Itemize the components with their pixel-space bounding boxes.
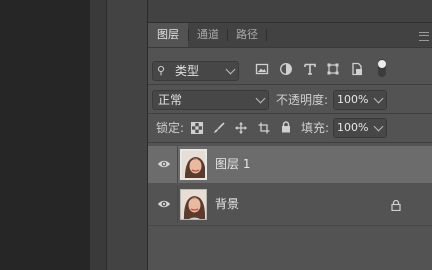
collapsed-panel-dock: [106, 0, 148, 270]
smart-object-filter-icon[interactable]: [350, 62, 364, 76]
move-icon[interactable]: [235, 122, 247, 134]
tab-paths[interactable]: 路径: [228, 23, 266, 47]
chevron-down-icon: [373, 121, 384, 132]
eye-icon[interactable]: [157, 158, 171, 170]
layer-name[interactable]: 背景: [215, 186, 239, 223]
chevron-down-icon: [255, 93, 266, 104]
layer-row[interactable]: 背景: [148, 186, 432, 223]
portrait-thumbnail: [182, 151, 205, 178]
row-divider: [177, 146, 178, 183]
portrait-thumbnail: [181, 190, 206, 219]
row-divider: [148, 225, 432, 226]
panel-menu-icon[interactable]: [419, 32, 429, 41]
opacity-value: 100%: [337, 93, 369, 106]
layers-panel: 图层 通道 路径 ⚲ 类型 正常 不透明度: 100% 锁定: 填充: 100%…: [147, 0, 432, 270]
fill-input[interactable]: 100%: [333, 118, 387, 138]
lock-label: 锁定:: [156, 121, 185, 135]
adjustment-filter-icon[interactable]: [279, 62, 293, 76]
lock-all-icon[interactable]: [280, 121, 292, 133]
blend-mode-value: 正常: [158, 93, 183, 107]
search-icon: ⚲: [157, 64, 166, 77]
canvas-area: [0, 0, 90, 270]
row-divider: [148, 142, 432, 143]
fill-value: 100%: [337, 121, 369, 134]
type-filter-icon[interactable]: [303, 62, 317, 76]
row-divider: [177, 186, 178, 223]
lock-transparent-pixels-icon[interactable]: [191, 122, 203, 134]
layer-filter-kind-select[interactable]: ⚲ 类型: [152, 61, 239, 81]
crop-artboard-icon[interactable]: [258, 122, 270, 134]
layer-lock-icon[interactable]: [391, 200, 401, 211]
tab-layers[interactable]: 图层: [148, 23, 188, 47]
tab-separator: [266, 29, 267, 41]
filter-kind-label: 类型: [175, 64, 200, 78]
panel-top-bar: [148, 0, 432, 23]
fill-label: 填充:: [301, 121, 330, 135]
chevron-down-icon: [373, 93, 384, 104]
image-filter-icon[interactable]: [255, 62, 269, 76]
layer-name[interactable]: 图层 1: [215, 146, 250, 183]
brush-icon[interactable]: [213, 122, 225, 134]
layer-thumbnail[interactable]: [180, 189, 207, 220]
layer-row[interactable]: 图层 1: [148, 146, 432, 183]
row-divider: [148, 113, 432, 114]
opacity-label: 不透明度:: [276, 93, 329, 107]
shape-filter-icon[interactable]: [326, 62, 340, 76]
eye-icon[interactable]: [157, 198, 171, 210]
blend-mode-select[interactable]: 正常: [152, 90, 269, 110]
opacity-input[interactable]: 100%: [333, 90, 387, 110]
row-divider: [148, 84, 432, 85]
panel-divider[interactable]: [90, 0, 106, 270]
filter-toggle-icon[interactable]: [376, 58, 388, 78]
panel-tabs: 图层 通道 路径: [148, 23, 432, 48]
chevron-down-icon: [225, 64, 236, 75]
layer-thumbnail[interactable]: [180, 149, 207, 180]
tab-channels[interactable]: 通道: [189, 23, 227, 47]
